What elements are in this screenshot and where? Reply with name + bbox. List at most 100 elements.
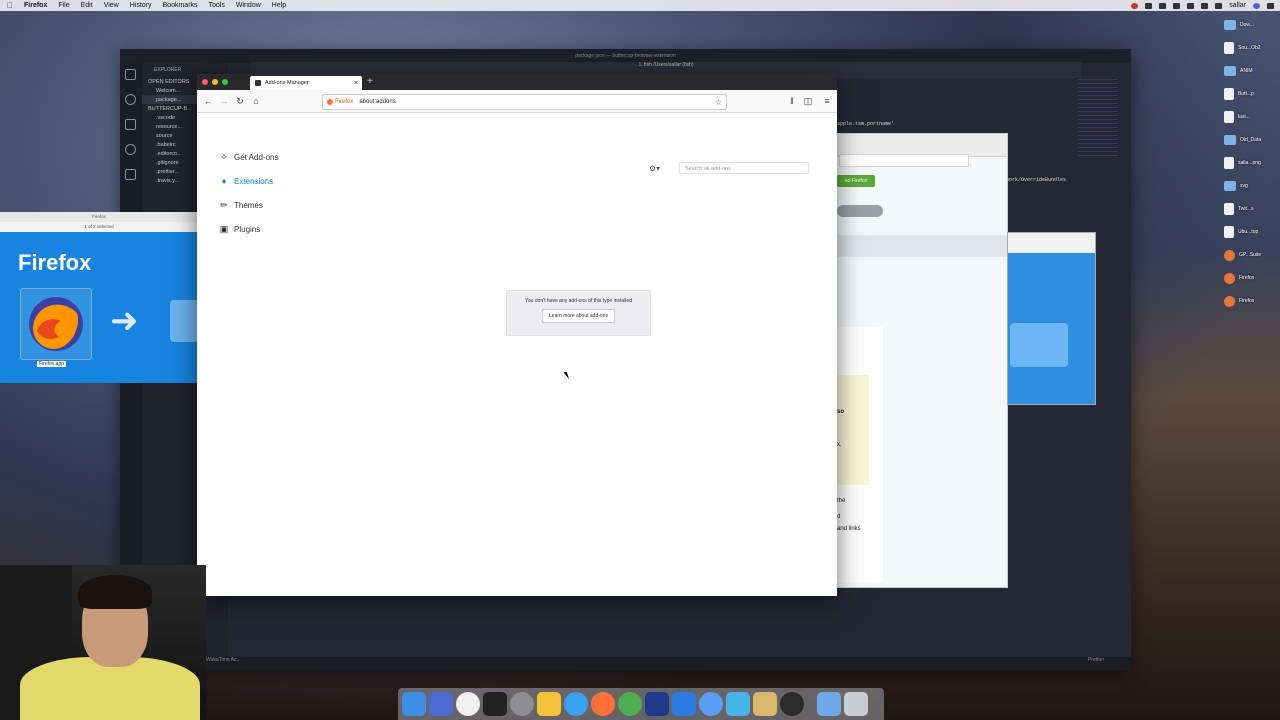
notification-center-icon[interactable] xyxy=(1267,2,1274,9)
desktop-icon-file[interactable]: Ubu...top xyxy=(1224,223,1280,241)
siri-icon[interactable] xyxy=(1253,2,1260,9)
prettier-status[interactable]: Prettier xyxy=(1088,657,1104,663)
debug-icon[interactable] xyxy=(125,144,136,155)
menu-bookmarks[interactable]: Bookmarks xyxy=(163,2,198,9)
category-get-addons[interactable]: ✧ Get Add-ons xyxy=(219,150,278,164)
extensions-icon[interactable] xyxy=(125,169,136,180)
forward-icon[interactable]: → xyxy=(219,96,229,106)
identity-badge[interactable]: Firefox xyxy=(327,99,353,105)
learn-more-button[interactable]: Learn more about add-ons xyxy=(542,309,615,323)
menu-app-name[interactable]: Firefox xyxy=(24,2,47,9)
itunes-icon[interactable] xyxy=(456,692,480,716)
new-tab-icon[interactable]: + xyxy=(367,77,373,87)
desktop-icon-file[interactable]: salla...png xyxy=(1224,154,1280,172)
finder-icon[interactable] xyxy=(402,692,426,716)
desktop-icon-file[interactable]: Twit...s xyxy=(1224,200,1280,218)
volume-icon[interactable] xyxy=(1201,2,1209,9)
sketch-icon[interactable] xyxy=(537,692,561,716)
desktop-icon-file[interactable]: Sou...Ob2 xyxy=(1224,39,1280,57)
desktop-icon-firefox[interactable]: Firefox xyxy=(1224,292,1280,310)
back-icon[interactable]: ← xyxy=(203,96,213,106)
xcode-icon[interactable] xyxy=(672,692,696,716)
bookmark-star-icon[interactable]: ☆ xyxy=(715,98,722,107)
menu-window[interactable]: Window xyxy=(236,2,261,9)
applications-folder-icon[interactable] xyxy=(170,300,198,342)
zoom-window-icon[interactable] xyxy=(222,79,228,85)
folder-icon xyxy=(1224,135,1236,145)
obs-icon[interactable] xyxy=(780,692,804,716)
visual-studio-code-icon[interactable] xyxy=(645,692,669,716)
desktop-icon-file[interactable]: last... xyxy=(1224,108,1280,126)
category-plugins[interactable]: ▣ Plugins xyxy=(219,222,261,236)
terminal-title: 1. fish /Users/sallar (fish) xyxy=(638,62,694,68)
tab-title: Add-ons Manager xyxy=(265,80,309,86)
desktop-icon-folder[interactable]: svg xyxy=(1224,177,1280,195)
sidebar-icon[interactable]: ◫ xyxy=(803,96,813,106)
background-browser-window: ad Firefox so x, the d and links xyxy=(836,133,1008,588)
desktop-icon-firefox[interactable]: Firefox xyxy=(1224,269,1280,287)
tweetbot-icon[interactable] xyxy=(726,692,750,716)
category-extensions[interactable]: ♦ Extensions xyxy=(219,174,273,188)
category-label: Plugins xyxy=(234,224,261,234)
apple-menu-icon[interactable]:  xyxy=(7,1,13,10)
download-firefox-button[interactable]: ad Firefox xyxy=(837,175,875,187)
status-icon[interactable] xyxy=(1173,2,1181,9)
applications-folder-icon[interactable] xyxy=(1010,323,1068,367)
terminal-icon[interactable] xyxy=(483,692,507,716)
close-window-icon[interactable] xyxy=(202,79,208,85)
folder-icon xyxy=(1224,66,1236,76)
tools-gear-icon[interactable]: ⚙▾ xyxy=(649,164,663,174)
files-icon[interactable] xyxy=(125,69,136,80)
desktop-icon-downloads[interactable]: Dow... xyxy=(1224,16,1280,34)
address-bar[interactable] xyxy=(839,154,969,167)
firefox-icon xyxy=(327,99,333,105)
close-tab-icon[interactable]: × xyxy=(354,80,358,87)
menu-icon[interactable]: ≡ xyxy=(822,96,832,106)
preview-icon[interactable] xyxy=(753,692,777,716)
search-addons-input[interactable]: Search all add-ons xyxy=(679,162,809,174)
menu-view[interactable]: View xyxy=(104,2,119,9)
firefox-icon[interactable] xyxy=(591,692,615,716)
messages-icon[interactable] xyxy=(699,692,723,716)
airmail-icon[interactable] xyxy=(429,692,453,716)
minimize-window-icon[interactable] xyxy=(212,79,218,85)
home-icon[interactable]: ⌂ xyxy=(251,96,261,106)
status-icon[interactable] xyxy=(1145,2,1153,9)
status-icon[interactable] xyxy=(1159,2,1167,9)
trash-icon[interactable] xyxy=(844,692,868,716)
system-preferences-icon[interactable] xyxy=(510,692,534,716)
search-icon[interactable] xyxy=(125,94,136,105)
menu-file[interactable]: File xyxy=(58,2,69,9)
search-pill[interactable] xyxy=(837,205,883,217)
desktop-icon-label: Ubu...top xyxy=(1238,229,1259,235)
url-bar[interactable]: Firefox about:addons ☆ xyxy=(322,94,727,110)
menubar-username[interactable]: sallar xyxy=(1229,2,1246,9)
reload-icon[interactable]: ↻ xyxy=(235,96,245,106)
desktop-icon-file[interactable]: Butt...p xyxy=(1224,85,1280,103)
battery-icon[interactable] xyxy=(1215,2,1223,9)
menu-history[interactable]: History xyxy=(130,2,152,9)
firefox-logo-icon xyxy=(29,297,83,351)
macos-dock xyxy=(398,688,884,720)
firefox-app-icon[interactable] xyxy=(20,288,92,360)
desktop-icon-file[interactable]: GP...Suite xyxy=(1224,246,1280,264)
wakatime-status[interactable]: WakaTime Ac... xyxy=(206,657,241,663)
chrome-icon[interactable] xyxy=(618,692,642,716)
desktop-icon-label: Firefox xyxy=(1239,298,1255,304)
tab-addons-manager[interactable]: Add-ons Manager × xyxy=(250,76,362,90)
menu-edit[interactable]: Edit xyxy=(81,2,93,9)
menu-help[interactable]: Help xyxy=(272,2,286,9)
library-icon[interactable]: ‖ xyxy=(787,96,797,106)
source-control-icon[interactable] xyxy=(125,119,136,130)
desktop-icon-folder[interactable]: ANIM xyxy=(1224,62,1280,80)
wifi-icon[interactable] xyxy=(1187,2,1195,9)
category-themes[interactable]: ✏ Themes xyxy=(219,198,263,212)
minimap[interactable] xyxy=(1078,79,1118,159)
empty-state-box: You don't have any add-ons of this type … xyxy=(506,290,651,336)
downloads-folder-icon[interactable] xyxy=(817,692,841,716)
safari-icon[interactable] xyxy=(564,692,588,716)
desktop-icon-label: GP...Suite xyxy=(1239,252,1262,258)
record-icon[interactable] xyxy=(1131,2,1139,9)
menu-tools[interactable]: Tools xyxy=(209,2,225,9)
desktop-icon-folder[interactable]: Old_Data xyxy=(1224,131,1280,149)
